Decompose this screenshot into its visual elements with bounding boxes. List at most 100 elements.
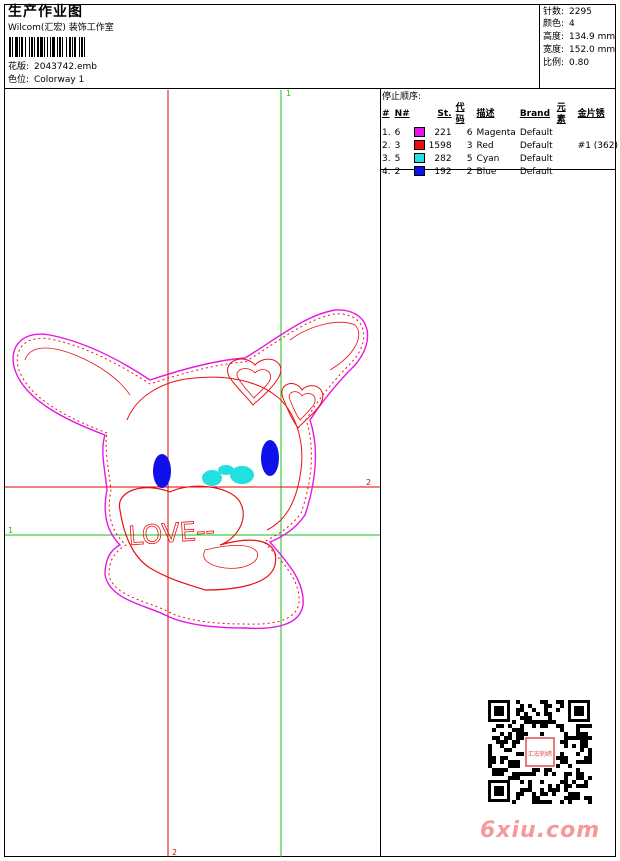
qr-module [520, 704, 524, 708]
qr-module [588, 800, 592, 804]
color-swatch [413, 153, 425, 163]
qr-module [500, 724, 504, 728]
qr-module [500, 740, 504, 744]
barcode-bar [34, 37, 35, 57]
guide-label-v2-top: 1 [286, 90, 291, 98]
col-brand: Brand [519, 109, 551, 119]
watermark-logo: 6xiu.com [480, 818, 601, 843]
barcode-bar [31, 37, 33, 57]
qr-module [576, 760, 580, 764]
qr-module [496, 724, 500, 728]
qr-module [556, 724, 560, 728]
company-name: Wilcom(汇宏) 装饰工作室 [8, 23, 114, 33]
bunny-outer-border [12, 309, 369, 630]
row-stitches: 221 [434, 127, 452, 138]
qr-module [564, 740, 568, 744]
qr-module [492, 768, 496, 772]
row-index: 2. [382, 140, 391, 151]
qr-module [572, 792, 576, 796]
barcode-bar [62, 37, 63, 57]
guide-label-h2-right: 2 [366, 478, 371, 487]
qr-module [536, 720, 540, 724]
qr-module [528, 788, 532, 792]
row-needle: 2 [394, 166, 401, 177]
qr-module [516, 708, 520, 712]
qr-module [524, 772, 528, 776]
qr-module [524, 712, 528, 716]
color-swatch [413, 166, 425, 176]
qr-module [512, 744, 516, 748]
qr-module [580, 784, 584, 788]
qr-module [516, 776, 520, 780]
qr-module [576, 724, 580, 728]
qr-module [512, 720, 516, 724]
qr-module [548, 712, 552, 716]
qr-module [488, 752, 492, 756]
qr-module [544, 712, 548, 716]
row-brand: Default [519, 127, 553, 138]
qr-module [536, 796, 540, 800]
qr-module [492, 728, 496, 732]
qr-module [496, 772, 500, 776]
qr-module [544, 700, 548, 704]
qr-module [568, 800, 572, 804]
colorway-name: Colorway 1 [34, 75, 85, 85]
barcode-bar [19, 37, 20, 57]
stat-scale-label: 比例: [543, 58, 565, 68]
qr-module [564, 776, 568, 780]
row-sequin [576, 165, 620, 178]
qr-module [532, 772, 536, 776]
qr-module [516, 764, 520, 768]
qr-module [548, 768, 552, 772]
qr-module [556, 788, 560, 792]
qr-module [504, 740, 508, 744]
bunny-ear-right-inner [289, 321, 360, 371]
qr-module [588, 756, 592, 760]
qr-module [508, 764, 512, 768]
qr-module [516, 728, 520, 732]
qr-module [528, 772, 532, 776]
qr-module [540, 792, 544, 796]
qr-module [524, 716, 528, 720]
qr-module [576, 796, 580, 800]
qr-module [572, 796, 576, 800]
qr-module [552, 788, 556, 792]
row-code: 2 [466, 166, 473, 177]
qr-module [568, 772, 572, 776]
qr-module [504, 736, 508, 740]
qr-module [556, 708, 560, 712]
qr-module [508, 724, 512, 728]
stat-colors-value: 4 [569, 19, 575, 29]
qr-code: 汇宏刺绣 [486, 698, 592, 804]
row-index: 1. [382, 127, 391, 138]
qr-module [552, 792, 556, 796]
right-eye [261, 440, 279, 476]
qr-module [528, 704, 532, 708]
qr-module [580, 744, 584, 748]
qr-module [488, 764, 492, 768]
qr-module [580, 776, 584, 780]
qr-module [532, 796, 536, 800]
qr-module [588, 760, 592, 764]
qr-module [588, 748, 592, 752]
barcode-bar [84, 37, 85, 57]
qr-module [532, 720, 536, 724]
page-title: 生产作业图 [8, 4, 83, 20]
qr-module [500, 756, 504, 760]
barcode-bar [57, 37, 58, 57]
qr-module [556, 764, 560, 768]
barcode-bar [44, 37, 45, 57]
color-swatch [413, 140, 425, 150]
design-file-label: 花版: [8, 62, 30, 72]
qr-module [532, 724, 536, 728]
qr-module [516, 772, 520, 776]
qr-module [512, 764, 516, 768]
qr-module [512, 760, 516, 764]
design-file-name: 2043742.emb [34, 62, 97, 72]
barcode-bar [21, 37, 23, 57]
row-element [555, 165, 576, 178]
barcode-bar [47, 37, 48, 57]
row-description: Cyan [476, 153, 500, 164]
stat-colors-label: 颜色: [543, 19, 565, 29]
qr-module [584, 744, 588, 748]
